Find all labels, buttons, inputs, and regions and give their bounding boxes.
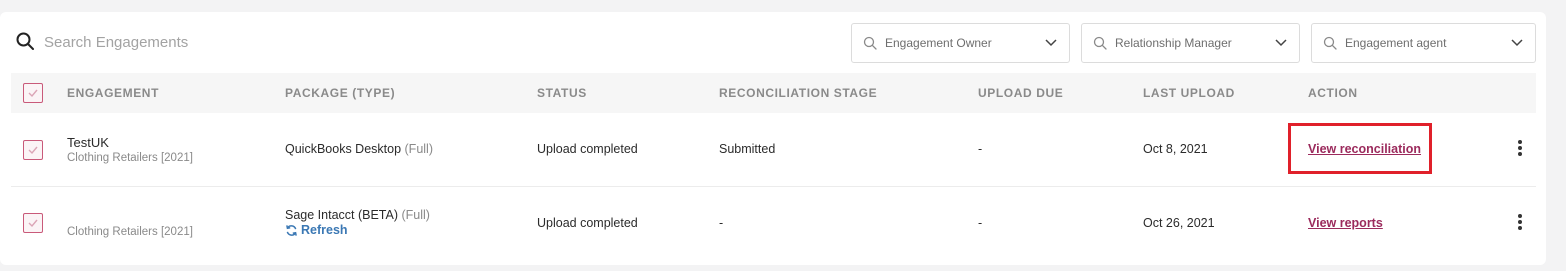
engagement-agent-filter[interactable]: Engagement agent	[1311, 23, 1536, 63]
package-cell: Sage Intacct (BETA) (Full)	[285, 208, 430, 222]
more-options-icon[interactable]	[1516, 212, 1524, 232]
column-header-action: ACTION	[1308, 86, 1358, 100]
engagement-client: Clothing Retailers [2021]	[67, 152, 193, 164]
package-type: (Full)	[404, 142, 433, 156]
engagement-name: TestUK	[67, 135, 109, 150]
row-divider	[11, 186, 1536, 187]
search-input[interactable]	[44, 30, 344, 54]
search-icon	[16, 32, 34, 50]
relationship-manager-filter[interactable]: Relationship Manager	[1081, 23, 1300, 63]
package-name: QuickBooks Desktop	[285, 142, 402, 156]
search-icon	[1093, 36, 1107, 50]
package-type: (Full)	[401, 208, 430, 222]
engagement-client: Clothing Retailers [2021]	[67, 226, 193, 238]
chevron-down-icon	[1275, 39, 1287, 47]
upload-due-cell: -	[978, 142, 983, 156]
status-cell: Upload completed	[537, 142, 638, 156]
package-name: Sage Intacct (BETA)	[285, 208, 399, 222]
stage-cell: Submitted	[719, 142, 776, 156]
highlight-box	[1288, 123, 1432, 174]
chevron-down-icon	[1045, 39, 1057, 47]
filter-label: Engagement Owner	[885, 36, 992, 50]
refresh-label: Refresh	[301, 223, 348, 237]
column-header-package[interactable]: PACKAGE (TYPE)	[285, 86, 395, 100]
refresh-icon	[286, 224, 297, 236]
filter-label: Engagement agent	[1345, 36, 1447, 50]
search-icon	[863, 36, 877, 50]
select-all-checkbox[interactable]	[23, 83, 43, 103]
search-icon	[1323, 36, 1337, 50]
upload-due-cell: -	[978, 216, 983, 230]
chevron-down-icon	[1511, 39, 1523, 47]
status-cell: Upload completed	[537, 216, 638, 230]
column-header-status[interactable]: STATUS	[537, 86, 587, 100]
row-checkbox[interactable]	[23, 140, 43, 160]
last-upload-cell: Oct 8, 2021	[1143, 142, 1208, 156]
refresh-button[interactable]: Refresh	[285, 223, 348, 237]
stage-cell: -	[719, 216, 724, 230]
row-checkbox[interactable]	[23, 213, 43, 233]
column-header-upload-due[interactable]: UPLOAD DUE	[978, 86, 1063, 100]
package-cell: QuickBooks Desktop (Full)	[285, 142, 433, 156]
filter-label: Relationship Manager	[1115, 36, 1232, 50]
column-header-engagement[interactable]: ENGAGEMENT	[67, 86, 159, 100]
more-options-icon[interactable]	[1516, 138, 1524, 158]
view-reports-link[interactable]: View reports	[1308, 216, 1383, 230]
engagement-owner-filter[interactable]: Engagement Owner	[851, 23, 1070, 63]
column-header-last-upload[interactable]: LAST UPLOAD	[1143, 86, 1235, 100]
last-upload-cell: Oct 26, 2021	[1143, 216, 1215, 230]
column-header-reconciliation-stage[interactable]: RECONCILIATION STAGE	[719, 86, 877, 100]
